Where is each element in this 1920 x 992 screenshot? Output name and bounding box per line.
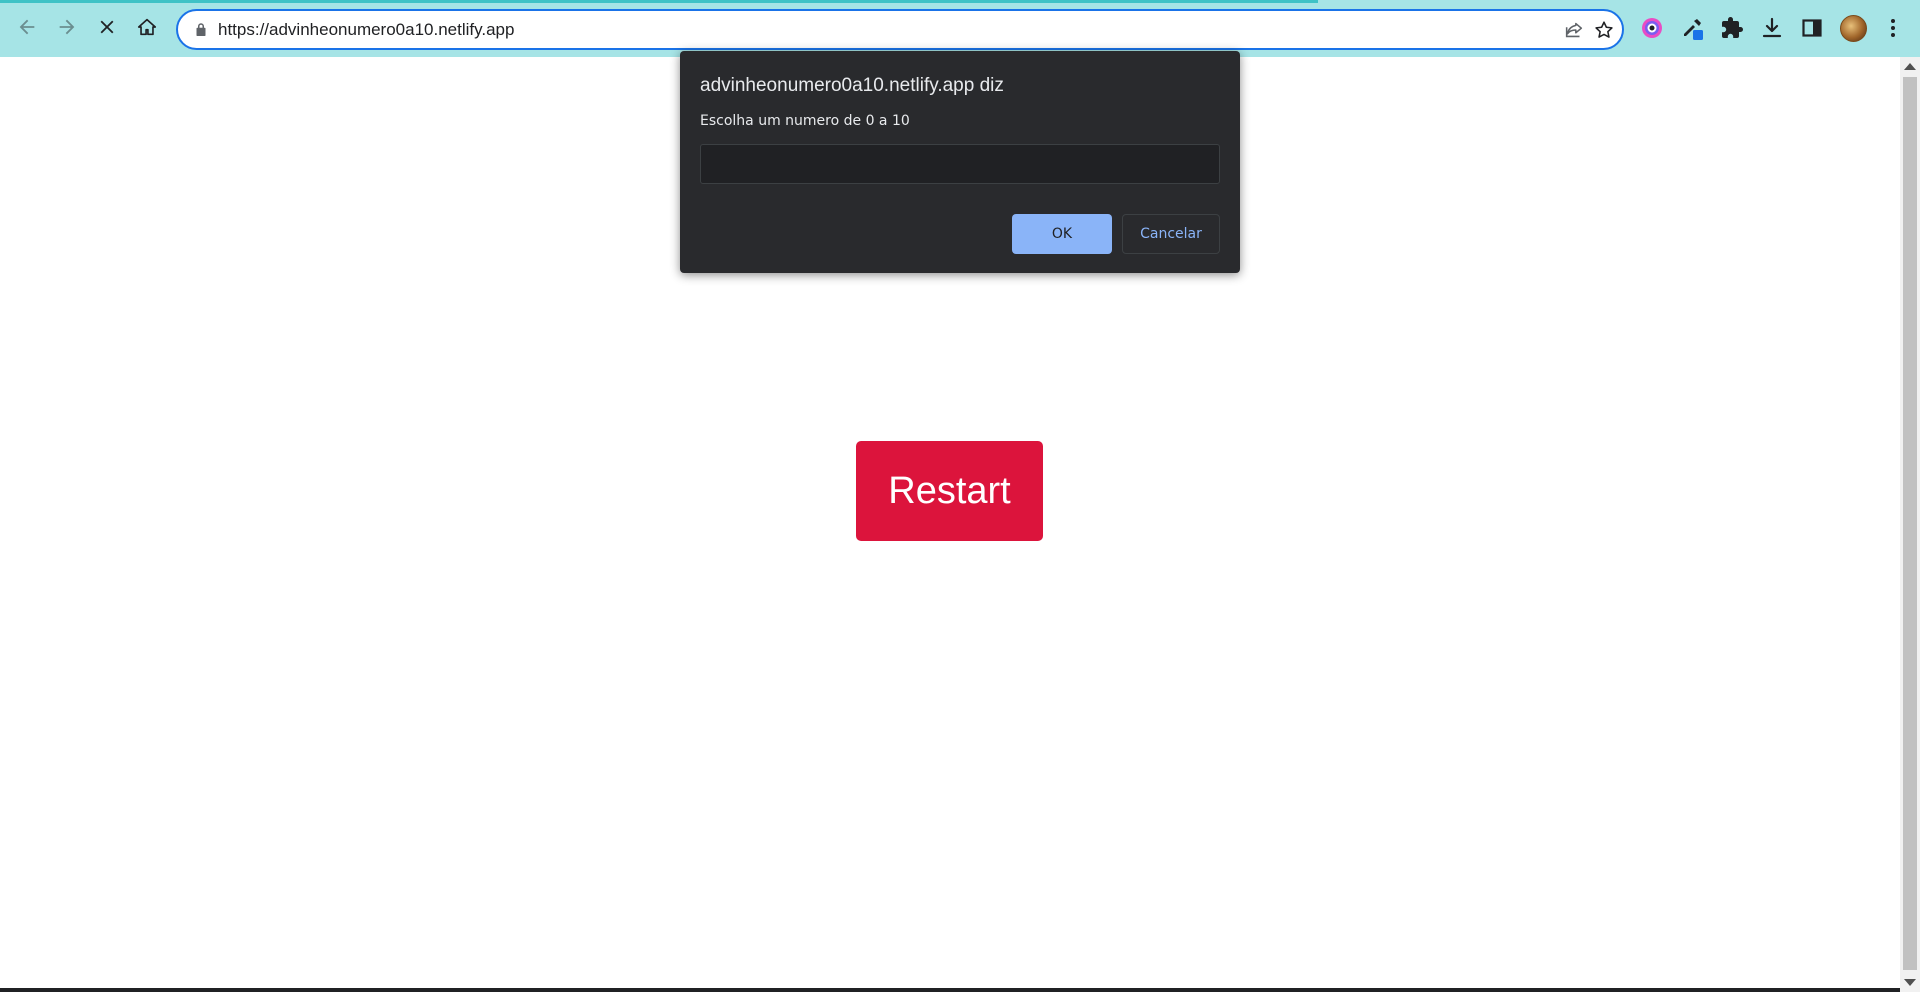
eyedropper-extension-icon <box>1684 19 1703 40</box>
lock-icon[interactable] <box>192 21 210 39</box>
url-text[interactable]: https://advinheonumero0a10.netlify.app <box>218 20 514 40</box>
download-icon <box>1762 17 1782 38</box>
arrow-left-icon <box>19 19 35 35</box>
home-icon <box>137 18 157 36</box>
prompt-dialog: advinheonumero0a10.netlify.app diz Escol… <box>680 51 1240 273</box>
dialog-message: Escolha um numero de 0 a 10 <box>700 113 910 129</box>
close-icon <box>100 20 114 34</box>
forward-button[interactable] <box>52 12 82 42</box>
scroll-down-arrow[interactable] <box>1904 979 1916 986</box>
puzzle-icon <box>1722 17 1743 38</box>
ok-button[interactable]: OK <box>1012 214 1112 254</box>
star-icon <box>1595 21 1613 38</box>
bookmark-button[interactable] <box>1592 18 1616 42</box>
browser-toolbar: https://advinheonumero0a10.netlify.app <box>0 0 1920 57</box>
cancel-button[interactable]: Cancelar <box>1122 214 1220 254</box>
scroll-up-arrow[interactable] <box>1904 63 1916 70</box>
share-icon <box>1565 22 1583 38</box>
avatar[interactable] <box>1840 15 1867 42</box>
share-button[interactable] <box>1562 18 1586 42</box>
side-panel-icon <box>1802 19 1822 37</box>
taskbar-edge <box>0 988 1900 992</box>
colorful-circle-extension-icon <box>1642 18 1662 38</box>
menu-button[interactable] <box>1878 13 1908 43</box>
back-button[interactable] <box>12 12 42 42</box>
scroll-thumb[interactable] <box>1903 77 1917 970</box>
eyedropper-extension-button[interactable] <box>1677 13 1707 43</box>
arrow-right-icon <box>59 19 75 35</box>
home-button[interactable] <box>132 12 162 42</box>
extensions-button[interactable] <box>1717 13 1747 43</box>
stop-loading-button[interactable] <box>92 12 122 42</box>
dialog-title: advinheonumero0a10.netlify.app diz <box>700 75 1004 96</box>
kebab-menu-icon <box>1891 19 1895 37</box>
downloads-button[interactable] <box>1757 13 1787 43</box>
colorful-extension-button[interactable] <box>1637 13 1667 43</box>
restart-button[interactable]: Restart <box>856 441 1043 541</box>
loading-progress-bar <box>0 0 1318 3</box>
side-panel-button[interactable] <box>1797 13 1827 43</box>
address-bar[interactable]: https://advinheonumero0a10.netlify.app <box>176 9 1624 50</box>
vertical-scrollbar[interactable] <box>1900 57 1920 992</box>
prompt-input[interactable] <box>700 144 1220 184</box>
